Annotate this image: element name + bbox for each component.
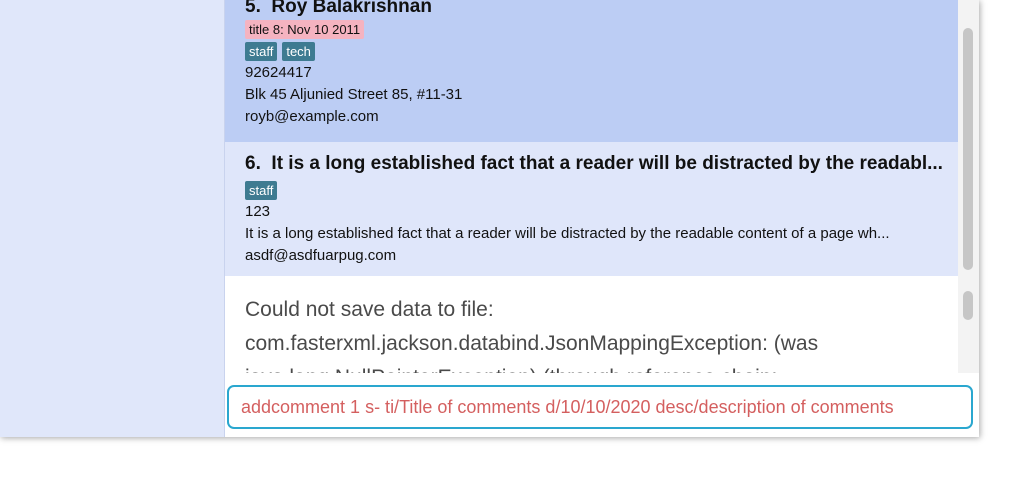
sidebar-panel bbox=[0, 0, 225, 437]
person-name: 6. It is a long established fact that a … bbox=[245, 153, 958, 175]
scrollbar-thumb[interactable] bbox=[963, 28, 973, 270]
tag-badge: staff bbox=[245, 180, 278, 200]
person-name-text: Roy Balakrishnan bbox=[271, 0, 432, 17]
person-index: 6. bbox=[245, 153, 261, 174]
command-box[interactable] bbox=[227, 385, 973, 429]
result-display: Could not save data to file: com.fasterx… bbox=[225, 276, 958, 373]
result-line: java.lang.NullPointerException) (through… bbox=[245, 361, 958, 373]
person-email: asdf@asdfuarpug.com bbox=[245, 247, 397, 264]
command-input[interactable] bbox=[241, 396, 971, 418]
scrollbar-thumb[interactable] bbox=[963, 291, 973, 320]
person-card-5[interactable]: 5. Roy Balakrishnan title 8: Nov 10 2011… bbox=[225, 0, 958, 142]
person-address: It is a long established fact that a rea… bbox=[245, 225, 890, 242]
person-address: Blk 45 Aljunied Street 85, #11-31 bbox=[245, 86, 463, 103]
tag-row: staff bbox=[245, 179, 958, 201]
person-phone: 92624417 bbox=[245, 64, 312, 81]
remark-row: title 8: Nov 10 2011 bbox=[245, 18, 958, 40]
tag-badge: staff bbox=[245, 41, 278, 61]
person-list-scrollbar[interactable] bbox=[958, 0, 979, 276]
person-email: royb@example.com bbox=[245, 108, 379, 125]
tag-badge: tech bbox=[282, 41, 315, 61]
app-window: 5. Roy Balakrishnan title 8: Nov 10 2011… bbox=[0, 0, 979, 437]
person-name: 5. Roy Balakrishnan bbox=[245, 0, 958, 18]
remark-badge: title 8: Nov 10 2011 bbox=[245, 19, 365, 39]
person-index: 5. bbox=[245, 0, 261, 17]
person-name-text: It is a long established fact that a rea… bbox=[271, 153, 943, 174]
person-card-6[interactable]: 6. It is a long established fact that a … bbox=[225, 142, 958, 276]
result-display-scrollbar[interactable] bbox=[958, 276, 979, 373]
person-list[interactable]: 5. Roy Balakrishnan title 8: Nov 10 2011… bbox=[225, 0, 958, 276]
tag-row: staff tech bbox=[245, 40, 958, 62]
person-phone: 123 bbox=[245, 203, 271, 220]
result-line: Could not save data to file: bbox=[245, 298, 494, 321]
result-line: com.fasterxml.jackson.databind.JsonMappi… bbox=[245, 332, 819, 355]
main-panel: 5. Roy Balakrishnan title 8: Nov 10 2011… bbox=[225, 0, 979, 437]
